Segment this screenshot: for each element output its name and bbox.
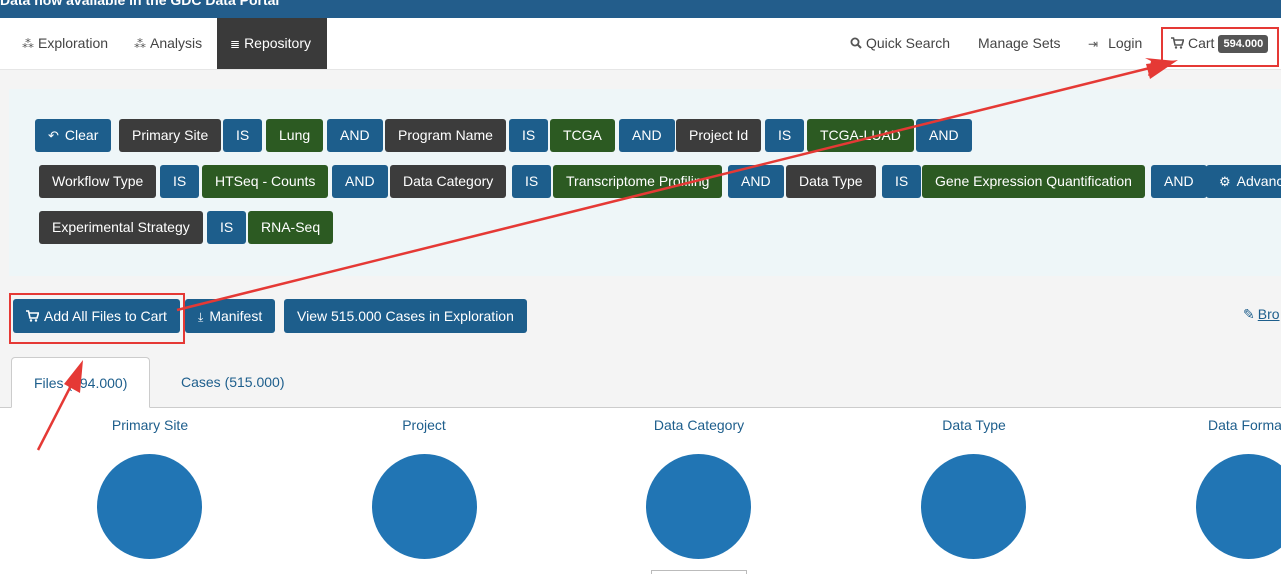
primary-site-pie-chart[interactable]	[97, 454, 202, 559]
nav-exploration[interactable]: ⁂ Exploration	[22, 18, 108, 69]
query-conjunction: AND	[332, 165, 388, 198]
banner-text: Data now available in the GDC Data Porta…	[0, 0, 280, 8]
manage-sets-label: Manage Sets	[978, 35, 1061, 51]
chart-title-project: Project	[402, 417, 446, 433]
query-conjunction: AND	[327, 119, 383, 152]
query-operator[interactable]: IS	[512, 165, 552, 198]
query-conjunction: AND	[728, 165, 784, 198]
chart-tooltip	[651, 570, 747, 574]
query-field[interactable]: Program Name	[385, 119, 506, 152]
edit-icon: ✎	[1243, 306, 1255, 322]
chart-title-data-type: Data Type	[942, 417, 1006, 433]
nav-analysis-label: Analysis	[150, 35, 203, 51]
manifest-button[interactable]: ⤓ Manifest	[185, 299, 276, 333]
query-value[interactable]: RNA-Seq	[248, 211, 334, 244]
query-operator[interactable]: IS	[223, 119, 263, 152]
query-operator[interactable]: IS	[509, 119, 549, 152]
chart-title-data-category: Data Category	[653, 417, 745, 433]
query-value[interactable]: Lung	[266, 119, 324, 152]
add-all-label: Add All Files to Cart	[44, 308, 167, 324]
query-operator[interactable]: IS	[160, 165, 200, 198]
query-operator[interactable]: IS	[765, 119, 805, 152]
nav-quick-search[interactable]: Quick Search	[850, 18, 950, 69]
data-type-pie-chart[interactable]	[921, 454, 1026, 559]
cart-icon	[26, 310, 40, 322]
nav-manage-sets[interactable]: Manage Sets	[978, 18, 1061, 69]
query-value[interactable]: Gene Expression Quantification	[922, 165, 1145, 198]
query-conjunction: AND	[1151, 165, 1207, 198]
chart-title-data-format: Data Forma	[1208, 417, 1281, 433]
announcement-banner: Data now available in the GDC Data Porta…	[0, 0, 1281, 18]
query-value[interactable]: HTSeq - Counts	[202, 165, 329, 198]
view-cases-in-exploration-button[interactable]: View 515.000 Cases in Exploration	[284, 299, 527, 333]
query-operator[interactable]: IS	[882, 165, 922, 198]
advanced-search-button[interactable]: ⚙ Advanced	[1206, 165, 1281, 198]
gears-icon: ⚙	[1219, 174, 1231, 189]
manifest-label: Manifest	[209, 308, 263, 324]
data-category-pie-chart[interactable]	[646, 454, 751, 559]
clear-label: Clear	[64, 127, 99, 143]
tab-files[interactable]: Files (594.000)	[11, 357, 151, 408]
query-value[interactable]: TCGA-LUAD	[807, 119, 914, 152]
cart-icon	[1171, 37, 1185, 49]
nav-exploration-label: Exploration	[38, 35, 109, 51]
query-field[interactable]: Workflow Type	[39, 165, 157, 198]
login-label: Login	[1108, 35, 1143, 51]
query-field[interactable]: Data Type	[786, 165, 876, 198]
search-icon	[850, 37, 862, 49]
chart-title-primary-site: Primary Site	[111, 417, 189, 433]
nav-cart[interactable]: Cart 594.000	[1171, 18, 1269, 69]
query-operator[interactable]: IS	[207, 211, 247, 244]
query-conjunction: AND	[916, 119, 972, 152]
download-icon: ⤓	[198, 310, 204, 324]
database-icon: ≣	[230, 37, 241, 51]
exploration-icon: ⁂	[22, 37, 34, 51]
query-field[interactable]: Experimental Strategy	[39, 211, 203, 244]
login-icon: ⇥	[1088, 37, 1099, 51]
quick-search-label: Quick Search	[866, 35, 951, 51]
query-field[interactable]: Project Id	[676, 119, 762, 152]
nav-repository[interactable]: ≣ Repository	[217, 18, 327, 69]
query-value[interactable]: Transcriptome Profiling	[553, 165, 723, 198]
advanced-label: Advanced	[1236, 173, 1281, 189]
tab-cases[interactable]: Cases (515.000)	[181, 357, 285, 408]
cart-label: Cart	[1188, 35, 1215, 51]
analysis-icon: ⁂	[134, 37, 146, 51]
undo-icon: ↶	[48, 128, 59, 143]
browse-link[interactable]: ✎ Bro	[1243, 306, 1280, 323]
query-field[interactable]: Data Category	[390, 165, 507, 198]
query-value[interactable]: TCGA	[550, 119, 615, 152]
nav-repository-label: Repository	[244, 35, 311, 51]
query-field[interactable]: Primary Site	[119, 119, 222, 152]
clear-query-button[interactable]: ↶ Clear	[35, 119, 112, 152]
nav-login[interactable]: ⇥ Login	[1088, 18, 1142, 69]
top-navbar: ⁂ Exploration ⁂ Analysis ≣ Repository Quick…	[0, 18, 1281, 70]
project-pie-chart[interactable]	[372, 454, 477, 559]
cart-count-badge: 594.000	[1218, 35, 1269, 53]
nav-analysis[interactable]: ⁂ Analysis	[134, 18, 202, 69]
add-all-files-to-cart-button[interactable]: Add All Files to Cart	[13, 299, 180, 333]
browse-label: Bro	[1257, 306, 1280, 322]
query-conjunction: AND	[619, 119, 675, 152]
